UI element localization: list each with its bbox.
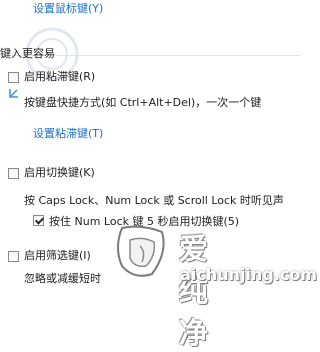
filter-keys-label[interactable]: 启用筛选键(I) <box>24 247 91 263</box>
sticky-keys-checkbox[interactable] <box>8 72 19 83</box>
toggle-keys-checkbox[interactable] <box>8 168 19 179</box>
sticky-keys-label[interactable]: 启用粘滞键(R) <box>24 68 95 84</box>
filter-keys-description: 忽略或减缓短时 <box>24 272 101 285</box>
sticky-keys-arrow-icon <box>9 89 18 98</box>
section-title: 键入更容易 <box>0 47 55 60</box>
filter-keys-checkbox[interactable] <box>8 251 19 262</box>
watermark-cn: 爱纯净 <box>179 232 212 350</box>
sticky-keys-settings-link[interactable]: 设置粘滞键(T) <box>33 125 103 141</box>
watermark-en: aichunjing.com <box>180 265 317 284</box>
watermark-logo-icon <box>117 225 165 277</box>
sticky-keys-description: 按键盘快捷方式(如 Ctrl+Alt+Del)，一次一个键 <box>24 96 262 109</box>
num-lock-hold-checkbox[interactable] <box>33 215 44 226</box>
toggle-keys-label[interactable]: 启用切换键(K) <box>24 164 95 180</box>
toggle-keys-description: 按 Caps Lock、Num Lock 或 Scroll Lock 时听见声 <box>24 194 284 207</box>
set-mouse-keys-link[interactable]: 设置鼠标键(Y) <box>33 0 103 16</box>
